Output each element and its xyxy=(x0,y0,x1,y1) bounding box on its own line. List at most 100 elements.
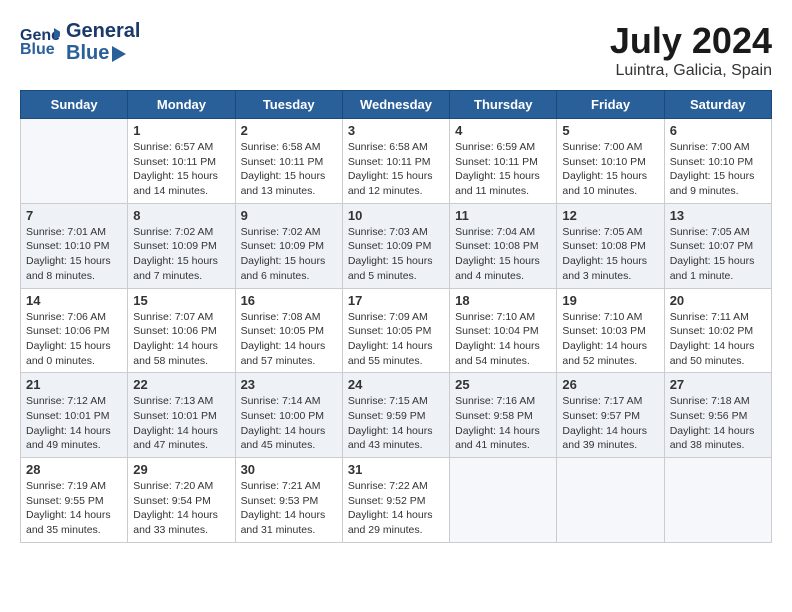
day-number: 26 xyxy=(562,377,658,392)
day-number: 30 xyxy=(241,462,337,477)
day-info: Sunrise: 7:07 AMSunset: 10:06 PMDaylight… xyxy=(133,310,229,369)
calendar-cell: 8 Sunrise: 7:02 AMSunset: 10:09 PMDayligh… xyxy=(128,203,235,288)
weekday-header-tuesday: Tuesday xyxy=(235,91,342,119)
logo-blue: Blue xyxy=(66,42,109,64)
day-number: 6 xyxy=(670,123,766,138)
day-info: Sunrise: 7:06 AMSunset: 10:06 PMDaylight… xyxy=(26,310,122,369)
logo-icon-area: General Blue xyxy=(20,22,60,63)
logo-arrow-icon xyxy=(112,46,126,62)
calendar-cell: 4 Sunrise: 6:59 AMSunset: 10:11 PMDayligh… xyxy=(450,119,557,204)
day-number: 8 xyxy=(133,208,229,223)
svg-text:Blue: Blue xyxy=(20,41,55,58)
day-info: Sunrise: 7:03 AMSunset: 10:09 PMDaylight… xyxy=(348,225,444,284)
day-number: 15 xyxy=(133,293,229,308)
week-row-4: 21Sunrise: 7:12 AMSunset: 10:01 PMDaylig… xyxy=(21,373,772,458)
day-info: Sunrise: 7:13 AMSunset: 10:01 PMDaylight… xyxy=(133,394,229,453)
weekday-header-friday: Friday xyxy=(557,91,664,119)
day-number: 2 xyxy=(241,123,337,138)
day-info: Sunrise: 6:59 AMSunset: 10:11 PMDaylight… xyxy=(455,140,551,199)
weekday-header-monday: Monday xyxy=(128,91,235,119)
day-number: 18 xyxy=(455,293,551,308)
calendar-cell: 31Sunrise: 7:22 AMSunset: 9:52 PMDayligh… xyxy=(342,458,449,543)
day-number: 14 xyxy=(26,293,122,308)
day-number: 5 xyxy=(562,123,658,138)
month-title: July 2024 xyxy=(610,20,772,62)
weekday-header-saturday: Saturday xyxy=(664,91,771,119)
calendar-cell: 14 Sunrise: 7:06 AMSunset: 10:06 PMDaylig… xyxy=(21,288,128,373)
calendar-cell: 26 Sunrise: 7:17 AMSunset: 9:57 PMDayligh… xyxy=(557,373,664,458)
calendar-cell: 29 Sunrise: 7:20 AMSunset: 9:54 PMDayligh… xyxy=(128,458,235,543)
calendar-table: SundayMondayTuesdayWednesdayThursdayFrid… xyxy=(20,90,772,543)
calendar-cell: 13 Sunrise: 7:05 AMSunset: 10:07 PMDaylig… xyxy=(664,203,771,288)
day-info: Sunrise: 7:08 AMSunset: 10:05 PMDaylight… xyxy=(241,310,337,369)
calendar-cell: 15 Sunrise: 7:07 AMSunset: 10:06 PMDaylig… xyxy=(128,288,235,373)
logo-text-block: General Blue xyxy=(66,20,140,64)
calendar-cell: 17 Sunrise: 7:09 AMSunset: 10:05 PMDaylig… xyxy=(342,288,449,373)
day-info: Sunrise: 7:11 AMSunset: 10:02 PMDaylight… xyxy=(670,310,766,369)
day-number: 22 xyxy=(133,377,229,392)
calendar-cell: 21Sunrise: 7:12 AMSunset: 10:01 PMDaylig… xyxy=(21,373,128,458)
weekday-header-row: SundayMondayTuesdayWednesdayThursdayFrid… xyxy=(21,91,772,119)
day-number: 23 xyxy=(241,377,337,392)
day-info: Sunrise: 7:15 AMSunset: 9:59 PMDaylight:… xyxy=(348,394,444,453)
day-info: Sunrise: 7:18 AMSunset: 9:56 PMDaylight:… xyxy=(670,394,766,453)
calendar-cell xyxy=(557,458,664,543)
calendar-cell: 23 Sunrise: 7:14 AMSunset: 10:00 PMDaylig… xyxy=(235,373,342,458)
day-number: 11 xyxy=(455,208,551,223)
calendar-cell: 19 Sunrise: 7:10 AMSunset: 10:03 PMDaylig… xyxy=(557,288,664,373)
day-number: 3 xyxy=(348,123,444,138)
title-block: July 2024 Luintra, Galicia, Spain xyxy=(610,20,772,80)
day-info: Sunrise: 7:10 AMSunset: 10:03 PMDaylight… xyxy=(562,310,658,369)
day-number: 16 xyxy=(241,293,337,308)
day-number: 24 xyxy=(348,377,444,392)
day-number: 1 xyxy=(133,123,229,138)
header: General Blue General Blue July 2024 Luin… xyxy=(20,20,772,80)
day-info: Sunrise: 7:02 AMSunset: 10:09 PMDaylight… xyxy=(133,225,229,284)
day-number: 25 xyxy=(455,377,551,392)
week-row-1: 1 Sunrise: 6:57 AMSunset: 10:11 PMDayligh… xyxy=(21,119,772,204)
calendar-cell: 16 Sunrise: 7:08 AMSunset: 10:05 PMDaylig… xyxy=(235,288,342,373)
day-number: 19 xyxy=(562,293,658,308)
day-number: 10 xyxy=(348,208,444,223)
day-info: Sunrise: 7:10 AMSunset: 10:04 PMDaylight… xyxy=(455,310,551,369)
day-info: Sunrise: 7:17 AMSunset: 9:57 PMDaylight:… xyxy=(562,394,658,453)
weekday-header-wednesday: Wednesday xyxy=(342,91,449,119)
calendar-cell: 12Sunrise: 7:05 AMSunset: 10:08 PMDaylig… xyxy=(557,203,664,288)
calendar-cell: 5Sunrise: 7:00 AMSunset: 10:10 PMDayligh… xyxy=(557,119,664,204)
day-number: 20 xyxy=(670,293,766,308)
day-number: 9 xyxy=(241,208,337,223)
day-info: Sunrise: 7:05 AMSunset: 10:08 PMDaylight… xyxy=(562,225,658,284)
logo-svg: General Blue xyxy=(20,22,60,58)
day-info: Sunrise: 7:22 AMSunset: 9:52 PMDaylight:… xyxy=(348,479,444,538)
day-info: Sunrise: 7:21 AMSunset: 9:53 PMDaylight:… xyxy=(241,479,337,538)
calendar-cell: 9 Sunrise: 7:02 AMSunset: 10:09 PMDayligh… xyxy=(235,203,342,288)
weekday-header-sunday: Sunday xyxy=(21,91,128,119)
day-info: Sunrise: 7:02 AMSunset: 10:09 PMDaylight… xyxy=(241,225,337,284)
day-info: Sunrise: 7:09 AMSunset: 10:05 PMDaylight… xyxy=(348,310,444,369)
day-number: 7 xyxy=(26,208,122,223)
logo-general: General xyxy=(66,20,140,42)
day-info: Sunrise: 7:05 AMSunset: 10:07 PMDaylight… xyxy=(670,225,766,284)
calendar-cell: 2 Sunrise: 6:58 AMSunset: 10:11 PMDayligh… xyxy=(235,119,342,204)
day-number: 21 xyxy=(26,377,122,392)
day-info: Sunrise: 7:20 AMSunset: 9:54 PMDaylight:… xyxy=(133,479,229,538)
calendar-cell: 3 Sunrise: 6:58 AMSunset: 10:11 PMDayligh… xyxy=(342,119,449,204)
week-row-2: 7Sunrise: 7:01 AMSunset: 10:10 PMDayligh… xyxy=(21,203,772,288)
logo: General Blue xyxy=(20,20,66,63)
calendar-cell: 6Sunrise: 7:00 AMSunset: 10:10 PMDayligh… xyxy=(664,119,771,204)
day-info: Sunrise: 6:58 AMSunset: 10:11 PMDaylight… xyxy=(241,140,337,199)
calendar-cell: 1 Sunrise: 6:57 AMSunset: 10:11 PMDayligh… xyxy=(128,119,235,204)
day-info: Sunrise: 7:19 AMSunset: 9:55 PMDaylight:… xyxy=(26,479,122,538)
day-number: 13 xyxy=(670,208,766,223)
location: Luintra, Galicia, Spain xyxy=(610,62,772,80)
day-info: Sunrise: 6:58 AMSunset: 10:11 PMDaylight… xyxy=(348,140,444,199)
day-number: 4 xyxy=(455,123,551,138)
calendar-cell: 27Sunrise: 7:18 AMSunset: 9:56 PMDayligh… xyxy=(664,373,771,458)
calendar-cell: 25Sunrise: 7:16 AMSunset: 9:58 PMDayligh… xyxy=(450,373,557,458)
week-row-5: 28Sunrise: 7:19 AMSunset: 9:55 PMDayligh… xyxy=(21,458,772,543)
day-info: Sunrise: 6:57 AMSunset: 10:11 PMDaylight… xyxy=(133,140,229,199)
calendar-cell: 22 Sunrise: 7:13 AMSunset: 10:01 PMDaylig… xyxy=(128,373,235,458)
day-info: Sunrise: 7:14 AMSunset: 10:00 PMDaylight… xyxy=(241,394,337,453)
day-number: 17 xyxy=(348,293,444,308)
day-number: 29 xyxy=(133,462,229,477)
